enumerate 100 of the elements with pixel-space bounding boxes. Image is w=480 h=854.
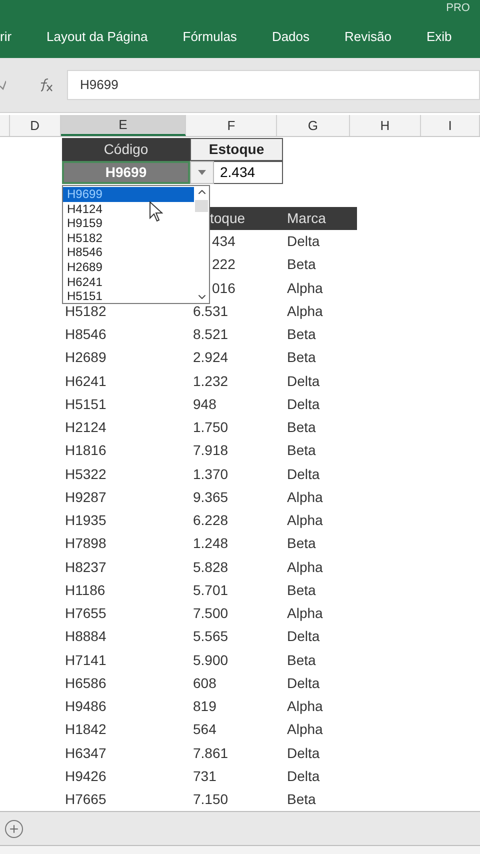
add-sheet-button[interactable] [5,820,23,838]
table-cell: Beta [287,535,316,552]
header-cell: Código [62,138,190,161]
ribbon-tab[interactable]: Layout da Página [46,27,148,46]
table-cell: Delta [287,233,320,250]
table-cell: H1935 [65,512,106,528]
table-cell: Delta [287,768,320,784]
table-cell: 731 [193,768,216,784]
table-cell: 222 [212,256,236,272]
table-cell: Alpha [287,302,323,319]
dropdown-option[interactable]: H5182 [63,230,194,246]
code-cell[interactable]: H9699 [62,161,190,184]
table-cell: H1842 [65,721,106,738]
table-cell: 5.900 [193,652,228,668]
table-cell: 8.521 [193,326,228,342]
table-cell: 1.248 [193,535,228,552]
table-cell: Alpha [287,512,323,528]
table-cell: 948 [193,396,216,412]
table-cell: H2124 [65,419,106,436]
function-icon[interactable] [38,78,54,92]
ribbon-tab[interactable]: Revisão [344,27,392,46]
table-cell: H1816 [65,442,106,458]
table-cell: Delta [287,396,320,412]
table-cell: H6586 [65,674,106,691]
table-cell: 1.370 [193,466,228,482]
column-title: toque [209,209,246,228]
table-cell: 6.531 [193,302,228,319]
dropdown-button[interactable] [190,161,214,184]
table-cell: Delta [287,674,320,691]
scroll-thumb[interactable] [195,200,208,212]
table-cell: H7141 [65,652,106,668]
table-cell: Beta [287,582,316,598]
column-header[interactable]: F [186,115,278,136]
table-cell: H9486 [65,698,106,714]
mouse-pointer-icon [149,201,163,223]
table-cell: H9426 [65,768,106,784]
table-cell: 5.565 [193,628,228,644]
header-cell: Estoque [190,138,283,161]
table-cell: H7898 [65,535,106,552]
ribbon-tab[interactable]: Exib [426,27,452,46]
dropdown-option[interactable]: H9699 [63,187,194,202]
ribbon-tab[interactable]: rir [0,27,12,46]
table-cell: H9287 [65,488,106,505]
column-header[interactable]: G [277,115,350,136]
ribbon-tab[interactable]: Dados [272,27,310,46]
table-cell: 5.701 [193,582,228,598]
table-cell: Delta [287,744,320,761]
table-cell: Delta [287,628,320,644]
table-cell: 5.828 [193,558,228,575]
table-cell: Alpha [287,698,323,714]
table-cell: H8884 [65,628,106,644]
table-cell: Alpha [287,280,323,296]
table-cell: 564 [193,721,216,738]
table-cell: H6241 [65,372,106,389]
table-cell: H5151 [65,396,106,412]
dropdown-option[interactable]: H8546 [63,245,194,260]
table-cell: 819 [193,698,216,714]
table-cell: 1.750 [193,419,228,436]
table-cell: H5182 [65,302,106,319]
table-cell: Beta [287,256,316,272]
table-cell: Delta [287,372,320,389]
table-cell: H8237 [65,558,106,575]
table-cell: H6347 [65,744,106,761]
column-header[interactable]: I [421,115,480,136]
check-icon[interactable] [0,79,6,91]
table-cell: Beta [287,349,316,366]
table-cell: Alpha [287,558,323,575]
table-cell: 7.500 [193,605,228,622]
ribbon-tab[interactable]: Fórmulas [182,27,237,46]
column-header[interactable]: H [350,115,422,136]
table-cell: H5322 [65,466,106,482]
table-cell: 608 [193,674,216,691]
table-cell: Beta [287,791,316,808]
formula-field[interactable]: H9699 [67,70,480,100]
table-cell: 9.365 [193,488,228,505]
caret-icon [198,170,206,175]
dropdown-option[interactable]: H2689 [63,260,194,275]
table-cell: H1186 [65,582,106,598]
table-cell: H7655 [65,605,106,622]
table-cell: Alpha [287,721,323,738]
table-cell: Delta [287,466,320,482]
dropdown-option[interactable]: H9159 [63,216,194,231]
table-cell: 7.861 [193,744,228,761]
dropdown-option[interactable]: H6241 [63,274,194,290]
table-cell: Beta [287,442,316,458]
column-header[interactable]: E [60,115,186,136]
stock-cell: 2.434 [214,161,283,184]
table-cell: H7665 [65,791,106,808]
table-cell: Beta [287,652,316,668]
table-cell: 7.150 [193,791,228,808]
dropdown-option[interactable]: H5151 [63,289,194,304]
dropdown-option[interactable]: H4124 [63,202,194,216]
column-title: Marca [286,209,326,228]
window-title: PRO [446,1,470,16]
table-cell: 2.924 [193,349,228,366]
table-cell: H8546 [65,326,106,342]
table-cell: H2689 [65,349,106,366]
plus-icon [8,822,20,835]
table-cell: 1.232 [193,372,228,389]
table-cell: Beta [287,326,316,342]
